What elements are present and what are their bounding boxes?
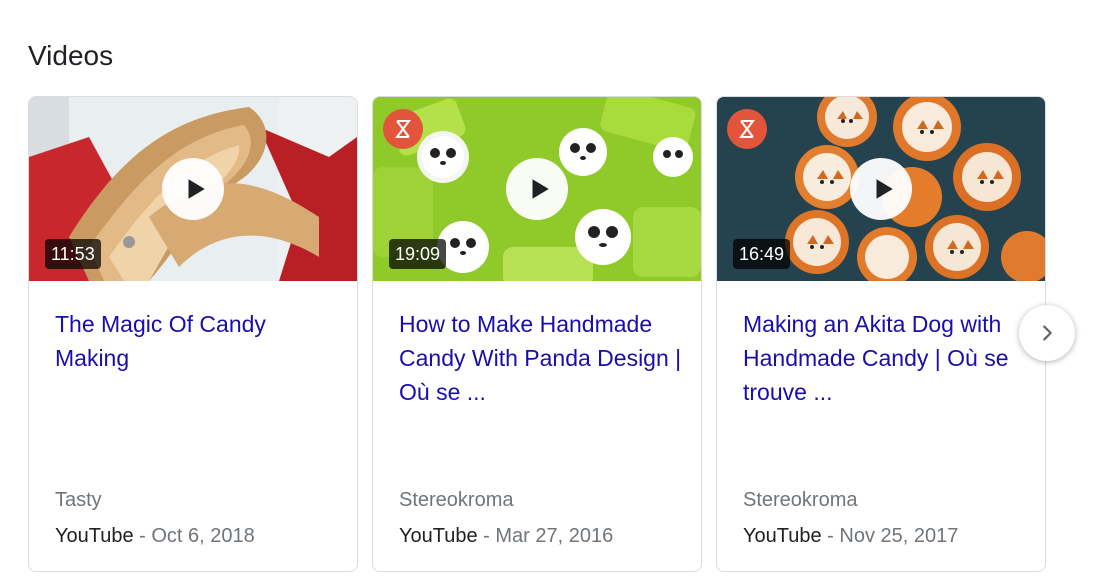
- video-date: Oct 6, 2018: [151, 525, 255, 547]
- meta-separator: -: [477, 525, 496, 547]
- video-card[interactable]: 11:53 The Magic Of Candy Making Tasty Yo…: [28, 96, 358, 572]
- chevron-right-icon: [1043, 325, 1052, 341]
- video-platform: YouTube: [743, 525, 822, 547]
- video-thumbnail[interactable]: 11:53: [29, 97, 357, 281]
- video-meta: YouTube - Mar 27, 2016: [399, 521, 613, 551]
- video-platform: YouTube: [399, 525, 478, 547]
- video-platform: YouTube: [55, 525, 134, 547]
- play-button[interactable]: [506, 158, 568, 220]
- video-source: Stereokroma: [743, 489, 858, 511]
- play-icon: [188, 179, 205, 199]
- play-button[interactable]: [162, 158, 224, 220]
- play-icon: [532, 179, 549, 199]
- video-thumbnail[interactable]: 19:09: [373, 97, 701, 281]
- video-meta: YouTube - Nov 25, 2017: [743, 521, 958, 551]
- video-title-link[interactable]: Making an Akita Dog with Handmade Candy …: [743, 307, 1033, 409]
- video-duration: 16:49: [733, 239, 791, 269]
- meta-separator: -: [133, 525, 152, 547]
- video-thumbnail[interactable]: 16:49: [717, 97, 1045, 281]
- play-button[interactable]: [850, 158, 912, 220]
- video-date: Nov 25, 2017: [839, 525, 959, 547]
- video-meta: YouTube - Oct 6, 2018: [55, 521, 255, 551]
- play-icon: [876, 179, 893, 199]
- stereokroma-logo-icon: [383, 109, 423, 149]
- next-carousel-button[interactable]: [1019, 305, 1075, 361]
- video-card[interactable]: 19:09 How to Make Handmade Candy With Pa…: [372, 96, 702, 572]
- video-source: Stereokroma: [399, 489, 514, 511]
- stereokroma-logo-icon: [727, 109, 767, 149]
- video-title-link[interactable]: How to Make Handmade Candy With Panda De…: [399, 307, 689, 409]
- section-title: Videos: [28, 40, 114, 71]
- video-title-link[interactable]: The Magic Of Candy Making: [55, 307, 345, 375]
- meta-separator: -: [821, 525, 840, 547]
- video-duration: 11:53: [45, 239, 101, 269]
- video-source: Tasty: [55, 489, 102, 511]
- video-card[interactable]: 16:49 Making an Akita Dog with Handmade …: [716, 96, 1046, 572]
- video-date: Mar 27, 2016: [495, 525, 614, 547]
- video-duration: 19:09: [389, 239, 447, 269]
